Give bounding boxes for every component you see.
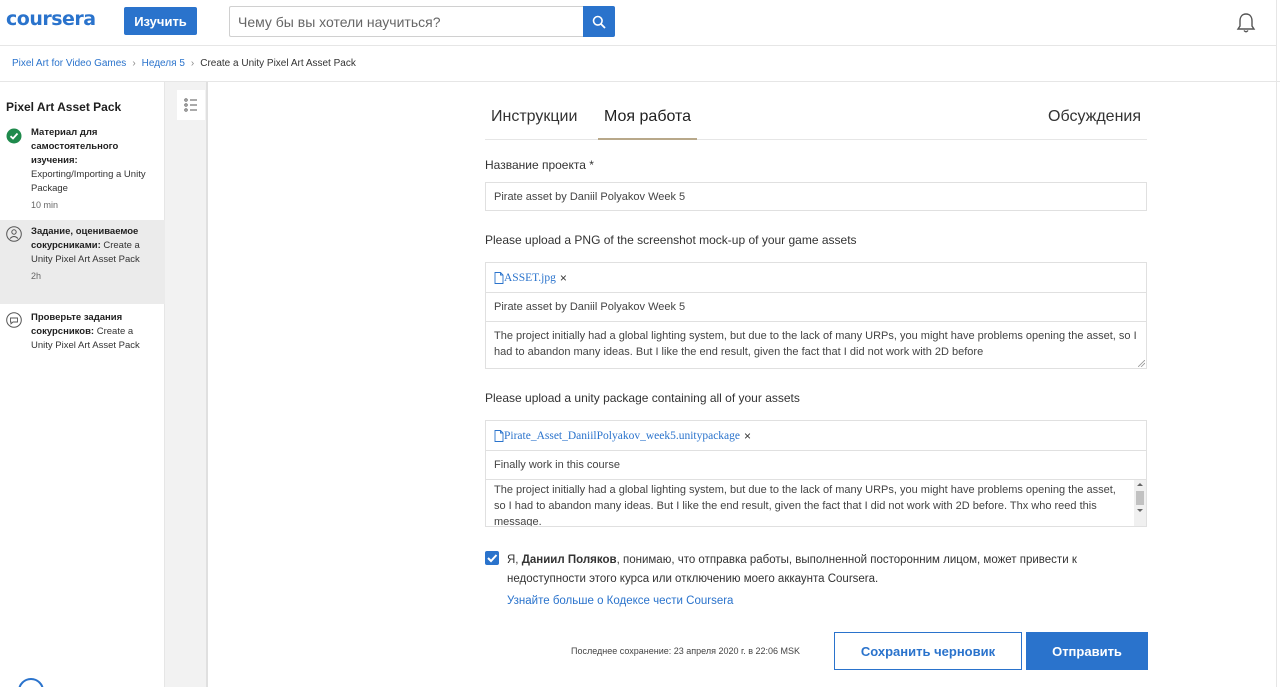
tab-instructions[interactable]: Инструкции (491, 108, 577, 140)
scroll-arrows-icon (1136, 483, 1144, 512)
last-saved-status: Последнее сохранение: 23 апреля 2020 г. … (571, 646, 801, 656)
save-draft-button[interactable]: Сохранить черновик (834, 632, 1022, 670)
breadcrumb-week[interactable]: Неделя 5 (142, 58, 185, 69)
question-1-file-row: ASSET.jpg × (485, 262, 1147, 293)
search-icon (592, 15, 606, 29)
question-2-file-row: Pirate_Asset_DaniilPolyakov_week5.unityp… (485, 420, 1147, 451)
page-edge (1276, 0, 1280, 687)
project-name-input[interactable]: Pirate asset by Daniil Polyakov Week 5 (485, 182, 1147, 211)
list-icon (184, 98, 197, 112)
file-name: Pirate_Asset_DaniilPolyakov_week5.unityp… (504, 429, 741, 442)
description-text: The project initially had a global light… (494, 330, 1137, 358)
question-1-description[interactable]: The project initially had a global light… (485, 321, 1147, 369)
honor-code-text: Я, Даниил Поляков, понимаю, что отправка… (507, 554, 1077, 585)
question-2-title-input[interactable]: Finally work in this course (485, 450, 1147, 480)
sidebar-item-label: Проверьте задания сокурсников: Create a … (31, 312, 140, 351)
sidebar-item-assignment[interactable]: Задание, оцениваемое сокурсниками: Creat… (0, 220, 165, 304)
remove-file-button[interactable]: × (560, 271, 567, 285)
explore-button[interactable]: Изучить (124, 7, 197, 35)
file-icon (494, 271, 504, 284)
chevron-right-icon: › (190, 58, 195, 69)
toggle-outline-button[interactable] (177, 90, 205, 120)
uploaded-file-link[interactable]: Pirate_Asset_DaniilPolyakov_week5.unityp… (494, 430, 740, 442)
breadcrumb: Pixel Art for Video Games › Неделя 5 › C… (0, 46, 1280, 82)
file-name: ASSET.jpg (504, 271, 556, 284)
question-2-description[interactable]: The project initially had a global light… (485, 479, 1147, 527)
checkmark-icon (487, 554, 498, 563)
assignment-tabs: Инструкции Моя работа Обсуждения (485, 100, 1147, 140)
tab-discussions[interactable]: Обсуждения (1048, 108, 1141, 140)
honor-code-link[interactable]: Узнайте больше о Кодексе чести Coursera (507, 595, 733, 607)
sidebar-toggle-column (165, 82, 208, 687)
question-2-label: Please upload a unity package containing… (485, 391, 800, 405)
chevron-right-icon: › (132, 58, 136, 69)
file-icon (494, 429, 504, 442)
bell-icon[interactable] (1234, 11, 1258, 35)
question-1-label: Please upload a PNG of the screenshot mo… (485, 233, 857, 247)
search-button[interactable] (583, 6, 615, 37)
submit-button[interactable]: Отправить (1026, 632, 1148, 670)
remove-file-button[interactable]: × (744, 429, 751, 443)
course-sidebar: Pixel Art Asset Pack Материал для самост… (0, 82, 165, 687)
sidebar-title: Pixel Art Asset Pack (6, 100, 122, 114)
breadcrumb-current: Create a Unity Pixel Art Asset Pack (200, 58, 356, 69)
textarea-scrollbar[interactable] (1134, 480, 1146, 526)
search-input[interactable] (229, 6, 584, 37)
resize-handle-icon[interactable] (1138, 360, 1145, 367)
check-circle-icon (6, 128, 22, 144)
breadcrumb-course[interactable]: Pixel Art for Video Games (12, 58, 126, 69)
uploaded-file-link[interactable]: ASSET.jpg (494, 272, 556, 284)
sidebar-item-review-peers[interactable]: Проверьте задания сокурсников: Create a … (0, 306, 165, 356)
top-header: coursera Изучить (0, 0, 1280, 46)
sidebar-item-label: Материал для самостоятельного изучения: … (31, 127, 146, 210)
project-name-label: Название проекта * (485, 158, 594, 172)
question-1-title-input[interactable]: Pirate asset by Daniil Polyakov Week 5 (485, 292, 1147, 322)
chat-bubble-icon (6, 312, 22, 328)
description-text: The project initially had a global light… (494, 484, 1116, 527)
coursera-logo[interactable]: coursera (6, 8, 96, 30)
peer-review-icon (6, 226, 22, 242)
tab-my-submission[interactable]: Моя работа (598, 108, 698, 140)
sidebar-item-label: Задание, оцениваемое сокурсниками: Creat… (31, 226, 140, 281)
honor-code-checkbox[interactable] (485, 551, 499, 565)
sidebar-item-reading[interactable]: Материал для самостоятельного изучения: … (0, 120, 165, 216)
